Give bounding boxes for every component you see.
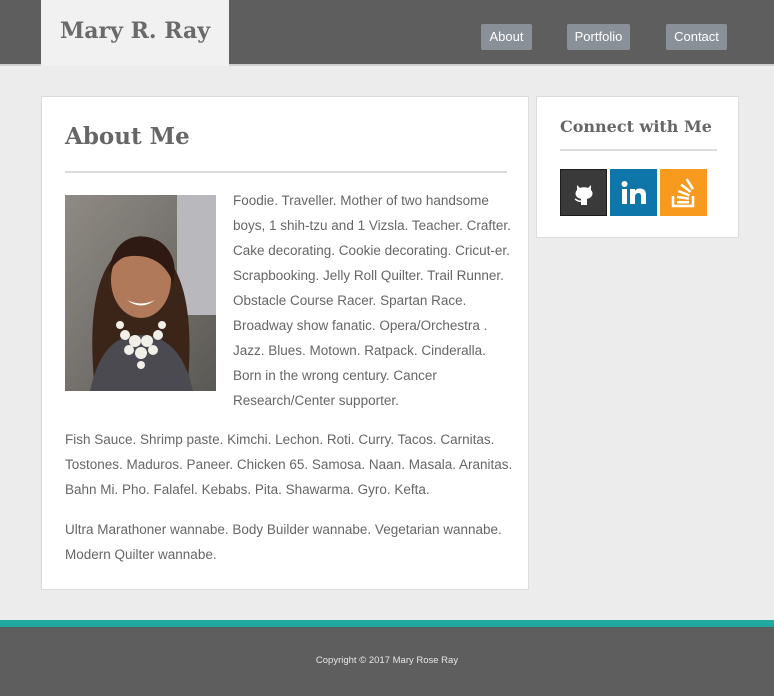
stackoverflow-link[interactable]: [660, 169, 707, 216]
site-header: Mary R. Ray About Portfolio Contact: [0, 0, 774, 66]
connect-card: Connect with Me: [536, 96, 739, 238]
github-link[interactable]: [560, 169, 607, 216]
about-divider: [65, 171, 507, 173]
stackoverflow-icon: [671, 177, 694, 207]
profile-photo: [65, 195, 216, 391]
nav-contact-button[interactable]: Contact: [666, 24, 727, 50]
about-paragraph-1: Foodie. Traveller. Mother of two handsom…: [233, 193, 511, 408]
about-card: About Me Foodie. Traveller. Mother of tw…: [41, 96, 529, 590]
about-paragraph-2: Fish Sauce. Shrimp paste. Kimchi. Lechon…: [65, 432, 513, 497]
site-footer: Copyright © 2017 Mary Rose Ray: [0, 627, 774, 696]
about-paragraph-3: Ultra Marathoner wannabe. Body Builder w…: [65, 522, 502, 562]
nav-portfolio-button[interactable]: Portfolio: [567, 24, 630, 50]
github-icon: [574, 184, 592, 205]
linkedin-icon: [621, 180, 646, 204]
connect-title: Connect with Me: [560, 117, 712, 136]
site-brand[interactable]: Mary R. Ray: [41, 0, 229, 66]
footer-accent-line: [0, 620, 774, 627]
copyright-text: Copyright © 2017 Mary Rose Ray: [315, 655, 459, 666]
about-title: About Me: [65, 123, 190, 150]
linkedin-link[interactable]: [610, 169, 657, 216]
nav-about-button[interactable]: About: [481, 24, 532, 50]
connect-divider: [560, 149, 717, 151]
